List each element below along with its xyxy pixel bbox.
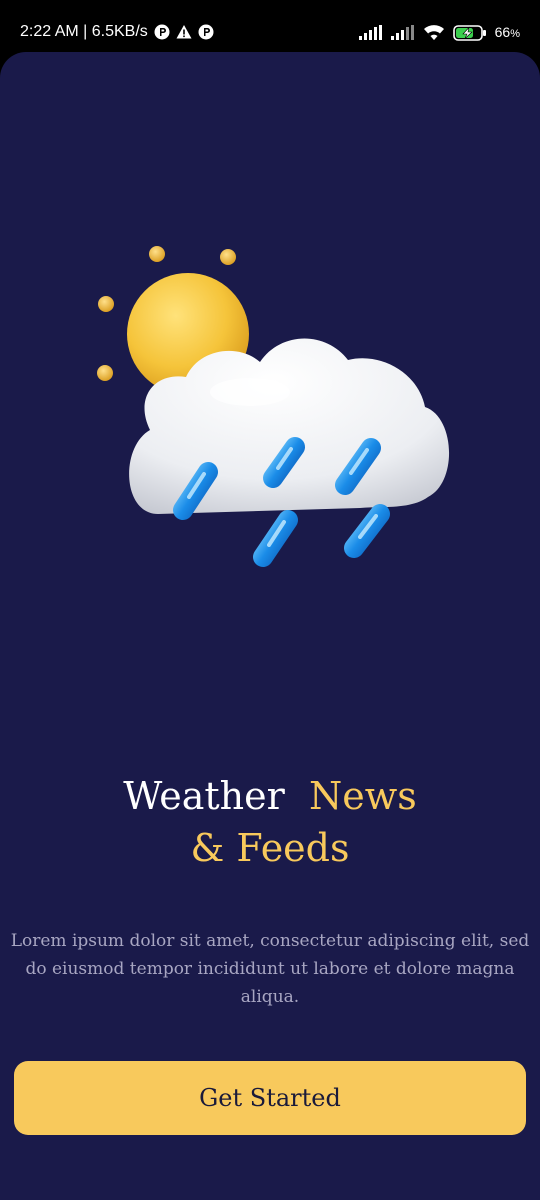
title-news: News — [308, 774, 417, 818]
status-right: 66% — [358, 22, 520, 44]
status-bar: 2:22 AM | 6.5KB/s 66% — [0, 0, 540, 56]
sun-ray-dot — [98, 296, 114, 312]
status-left: 2:22 AM | 6.5KB/s — [20, 22, 214, 42]
warning-icon — [176, 25, 192, 39]
signal-icon — [358, 25, 382, 40]
sun-ray-dot — [149, 246, 165, 262]
onboarding-screen: Weather News & Feeds Lorem ipsum dolor s… — [0, 52, 540, 1200]
battery-unit: % — [510, 28, 520, 40]
signal-icon — [390, 25, 414, 40]
notification-p-icon — [198, 24, 214, 40]
battery-charging-icon — [452, 25, 486, 41]
description: Lorem ipsum dolor sit amet, consectetur … — [10, 931, 530, 1007]
sun-ray-dot — [97, 365, 113, 381]
sun-ray-dot — [220, 249, 236, 265]
notification-p-icon — [154, 24, 170, 40]
title-weather: Weather — [123, 774, 285, 818]
battery-percent: 66% — [494, 24, 520, 40]
wifi-icon — [423, 25, 444, 40]
status-time-speed: 2:22 AM | 6.5KB/s — [20, 23, 148, 40]
sun-cloud-rain-icon — [97, 246, 450, 567]
page-title: Weather News & Feeds — [0, 770, 540, 874]
title-feeds: & Feeds — [190, 826, 350, 870]
get-started-button[interactable]: Get Started — [14, 1061, 526, 1135]
